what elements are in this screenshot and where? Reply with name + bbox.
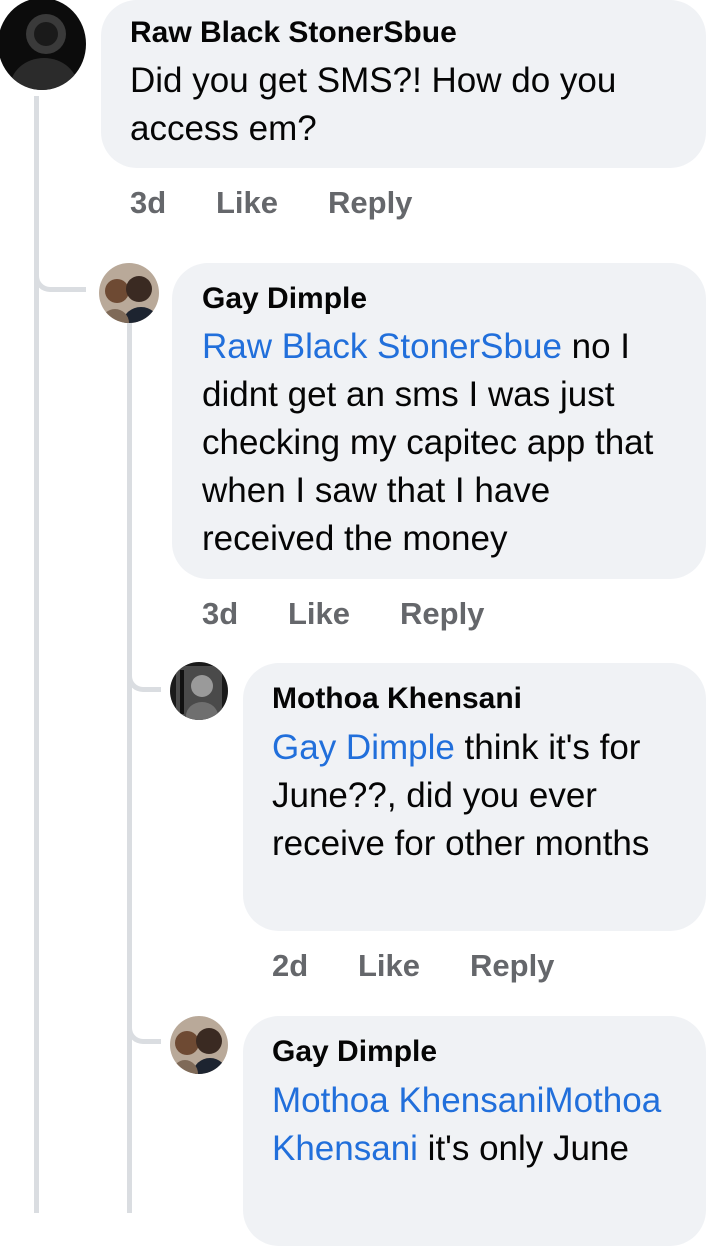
avatar[interactable] <box>0 0 86 90</box>
avatar[interactable] <box>99 263 159 323</box>
comment-body: it's only June <box>417 1129 629 1168</box>
comment-timestamp[interactable]: 3d <box>130 185 166 221</box>
reply-button[interactable]: Reply <box>328 185 412 221</box>
comment-author[interactable]: Gay Dimple <box>202 282 367 316</box>
thread-connector <box>127 640 161 692</box>
thread-line-nested <box>127 322 132 1213</box>
avatar-photo-icon <box>170 1016 228 1074</box>
comment-mention[interactable]: Gay Dimple <box>272 728 455 767</box>
avatar[interactable] <box>170 662 228 720</box>
comment-text: Gay Dimple think it's for June??, did yo… <box>272 724 692 868</box>
avatar-photo-icon <box>99 263 159 323</box>
avatar-photo-icon <box>170 662 228 720</box>
comment-mention[interactable]: Raw Black StonerSbue <box>202 327 562 366</box>
thread-connector <box>127 992 161 1044</box>
avatar-photo-icon <box>0 0 86 90</box>
comment-author[interactable]: Gay Dimple <box>272 1035 437 1069</box>
comment-timestamp[interactable]: 3d <box>202 596 238 632</box>
comment-author[interactable]: Raw Black StonerSbue <box>130 16 457 50</box>
reply-button[interactable]: Reply <box>470 948 554 984</box>
comment-text: Mothoa KhensaniMothoa Khensani it's only… <box>272 1077 692 1173</box>
comment-body: Did you get SMS?! How do you access em? <box>130 61 617 148</box>
comment-timestamp[interactable]: 2d <box>272 948 308 984</box>
thread-connector <box>34 240 86 292</box>
comment-author[interactable]: Mothoa Khensani <box>272 682 522 716</box>
like-button[interactable]: Like <box>216 185 278 221</box>
comment-text: Did you get SMS?! How do you access em? <box>130 57 680 153</box>
comment-text: Raw Black StonerSbue no I didnt get an s… <box>202 323 672 563</box>
reply-button[interactable]: Reply <box>400 596 484 632</box>
like-button[interactable]: Like <box>358 948 420 984</box>
avatar[interactable] <box>170 1016 228 1074</box>
like-button[interactable]: Like <box>288 596 350 632</box>
